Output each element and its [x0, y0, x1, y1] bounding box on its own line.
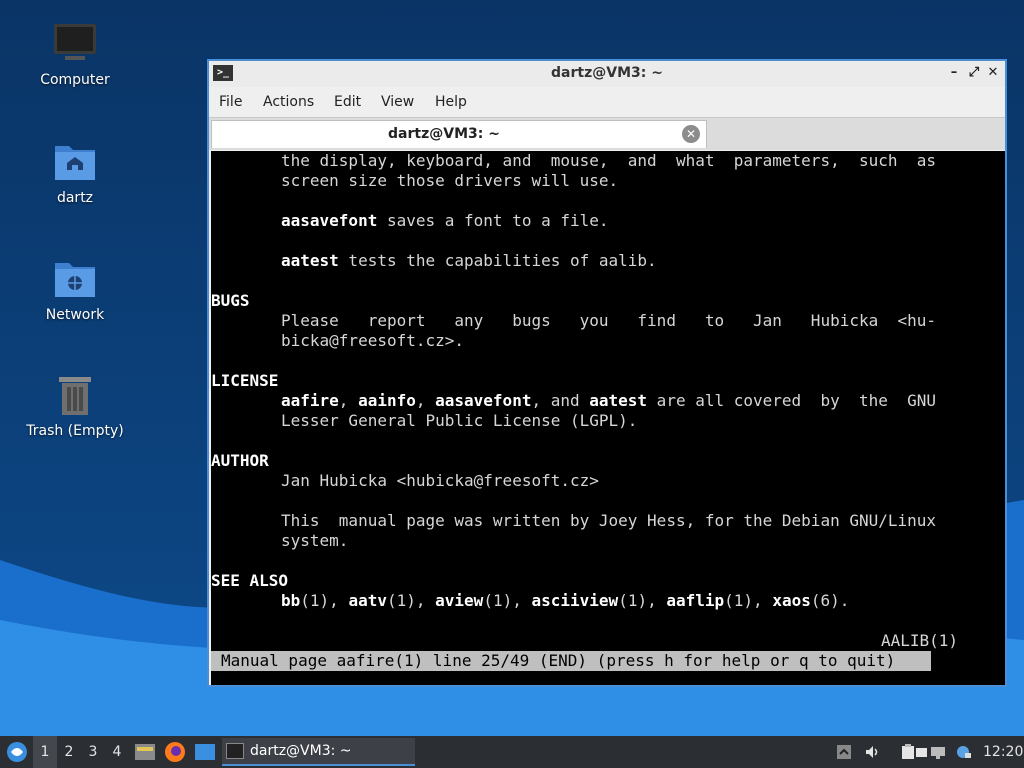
see-also-section: (1),: [618, 591, 667, 610]
terminal-line: system.: [281, 531, 349, 550]
window-titlebar[interactable]: >_ dartz@VM3: ~ – ⤢ ✕: [209, 61, 1005, 87]
command-name: aatest: [589, 391, 648, 410]
file-manager-icon[interactable]: [134, 742, 156, 762]
section-heading: BUGS: [211, 291, 250, 310]
desktop-icon-label: Network: [45, 307, 105, 323]
taskbar-task-terminal[interactable]: dartz@VM3: ~: [222, 738, 415, 766]
network-folder-icon: [55, 263, 95, 297]
see-also-ref: aview: [435, 591, 484, 610]
updates-icon[interactable]: [955, 744, 971, 760]
menu-edit[interactable]: Edit: [334, 94, 361, 110]
desktop-icon-label: dartz: [56, 190, 94, 206]
terminal-line: the display, keyboard, and mouse, and wh…: [281, 151, 937, 170]
desktop-icon-label: Computer: [40, 72, 110, 88]
network-status-icon[interactable]: [930, 744, 946, 760]
terminal-line: aasavefont saves a font to a file.: [281, 211, 609, 231]
see-also-section: (1),: [300, 591, 349, 610]
tab-bar: dartz@VM3: ~ ✕: [209, 117, 1005, 150]
see-also-line: bb(1), aatv(1), aview(1), asciiview(1), …: [281, 591, 849, 611]
separator: ,: [338, 391, 359, 410]
workspace-1-button[interactable]: 1: [33, 736, 57, 768]
see-also-section: (1),: [483, 591, 532, 610]
trash-icon: [59, 377, 91, 415]
terminal-output[interactable]: the display, keyboard, and mouse, and wh…: [211, 151, 1005, 685]
command-name: aasavefont: [435, 391, 532, 410]
menu-actions[interactable]: Actions: [263, 94, 314, 110]
firefox-icon[interactable]: [164, 741, 186, 763]
maximize-icon[interactable]: ⤢: [965, 64, 983, 82]
taskbar: 1 2 3 4 dartz@VM3: ~ 12:20: [0, 736, 1024, 768]
section-heading: LICENSE: [211, 371, 279, 390]
desktop-icon-network[interactable]: Network: [15, 257, 135, 323]
pager-status-line: Manual page aafire(1) line 25/49 (END) (…: [211, 651, 931, 671]
computer-icon: [54, 24, 96, 60]
see-also-ref: aatv: [348, 591, 387, 610]
menu-help[interactable]: Help: [435, 94, 467, 110]
close-icon[interactable]: ✕: [984, 64, 1002, 82]
command-name: aafire: [281, 391, 339, 410]
clock[interactable]: 12:20: [983, 736, 1023, 768]
command-name: aainfo: [358, 391, 416, 410]
terminal-line: screen size those drivers will use.: [281, 171, 619, 190]
separator: ,: [415, 391, 436, 410]
tab-close-icon[interactable]: ✕: [682, 125, 700, 143]
license-text: are all covered by the GNU: [647, 391, 937, 410]
see-also-section: (6).: [810, 591, 850, 610]
volume-icon[interactable]: [864, 744, 880, 760]
terminal-line: aatest tests the capabilities of aalib.: [281, 251, 657, 271]
command-desc: tests the capabilities of aalib.: [338, 251, 657, 270]
terminal-line: This manual page was written by Joey Hes…: [281, 511, 937, 530]
tab-label: dartz@VM3: ~: [388, 126, 500, 142]
section-heading: AUTHOR: [211, 451, 269, 470]
see-also-ref: asciiview: [531, 591, 619, 610]
home-folder-icon: [55, 146, 95, 180]
command-desc: saves a font to a file.: [377, 211, 609, 230]
terminal-line: bicka@freesoft.cz>.: [281, 331, 465, 350]
menu-file[interactable]: File: [219, 94, 242, 110]
see-also-ref: bb: [281, 591, 301, 610]
workspace-4-button[interactable]: 4: [105, 736, 129, 768]
taskbar-task-label: dartz@VM3: ~: [250, 743, 352, 759]
show-desktop-icon[interactable]: [194, 743, 216, 761]
terminal-window[interactable]: >_ dartz@VM3: ~ – ⤢ ✕ File Actions Edit …: [207, 59, 1007, 687]
menu-view[interactable]: View: [381, 94, 414, 110]
desktop-icon-home-folder[interactable]: dartz: [15, 140, 135, 206]
terminal-line: Jan Hubicka <hubicka@freesoft.cz>: [281, 471, 599, 490]
man-footer: AALIB(1): [881, 631, 959, 650]
desktop-icon-label: Trash (Empty): [26, 423, 124, 439]
window-title: dartz@VM3: ~: [551, 65, 663, 81]
battery-icon[interactable]: [914, 744, 930, 760]
workspace-2-button[interactable]: 2: [57, 736, 81, 768]
tab-terminal[interactable]: dartz@VM3: ~ ✕: [211, 120, 707, 148]
minimize-icon[interactable]: –: [945, 64, 963, 82]
see-also-section: (1),: [724, 591, 773, 610]
terminal-line: aafire, aainfo, aasavefont, and aatest a…: [281, 391, 936, 411]
see-also-section: (1),: [386, 591, 436, 610]
tray-expand-icon[interactable]: [836, 744, 852, 760]
command-name: aatest: [281, 251, 339, 270]
desktop-icon-computer[interactable]: Computer: [15, 22, 135, 88]
separator: , and: [531, 391, 590, 410]
see-also-ref: xaos: [772, 591, 811, 610]
section-heading: SEE ALSO: [211, 571, 289, 590]
terminal-line: Lesser General Public License (LGPL).: [281, 411, 638, 430]
menubar: File Actions Edit View Help: [209, 87, 1005, 117]
command-name: aasavefont: [281, 211, 378, 230]
workspace-3-button[interactable]: 3: [81, 736, 105, 768]
start-menu-button[interactable]: [2, 736, 32, 768]
terminal-line: Please report any bugs you find to Jan H…: [281, 311, 937, 330]
see-also-ref: aaflip: [666, 591, 725, 610]
desktop-icon-trash[interactable]: Trash (Empty): [15, 373, 135, 439]
lxqt-logo-icon: [7, 742, 27, 762]
terminal-task-icon: [226, 743, 244, 759]
